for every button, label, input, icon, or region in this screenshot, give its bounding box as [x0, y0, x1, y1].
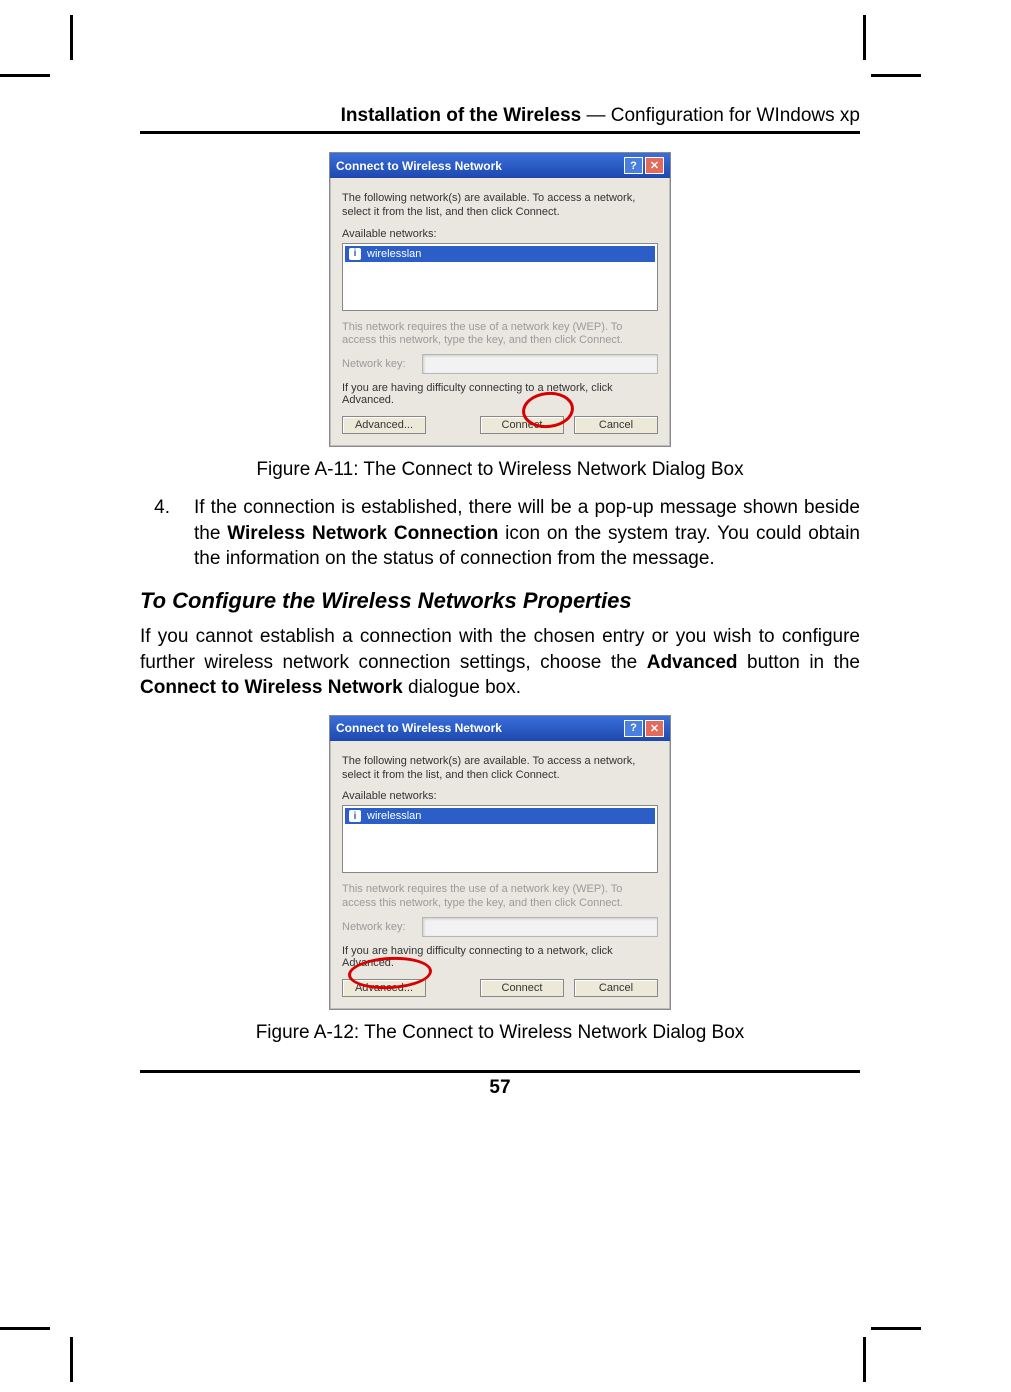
figure-caption-a11: Figure A-11: The Connect to Wireless Net… [140, 459, 860, 481]
network-icon: i [349, 810, 361, 822]
difficulty-text: If you are having difficulty connecting … [342, 382, 658, 406]
cancel-button[interactable]: Cancel [574, 979, 658, 997]
step-4: 4. If the connection is established, the… [140, 495, 860, 572]
figure-a11: Connect to Wireless Network ? ✕ The foll… [140, 152, 860, 447]
network-icon: i [349, 248, 361, 260]
page-footer: 57 [140, 1070, 860, 1099]
network-item-label: wirelesslan [367, 248, 421, 260]
page-number: 57 [489, 1077, 510, 1098]
dialog-title: Connect to Wireless Network [336, 721, 502, 735]
network-key-label: Network key: [342, 921, 414, 933]
section-heading: To Configure the Wireless Networks Prope… [140, 588, 860, 614]
dialog-intro-text: The following network(s) are available. … [342, 192, 658, 220]
advanced-button[interactable]: Advanced... [342, 416, 426, 434]
figure-a12: Connect to Wireless Network ? ✕ The foll… [140, 715, 860, 1010]
network-list-item[interactable]: i wirelesslan [345, 246, 655, 262]
wep-requirement-text: This network requires the use of a netwo… [342, 883, 658, 911]
available-networks-listbox[interactable]: i wirelesslan [342, 243, 658, 311]
close-button[interactable]: ✕ [645, 720, 664, 737]
page-content: Installation of the Wireless — Configura… [140, 105, 860, 1099]
available-networks-label: Available networks: [342, 228, 658, 240]
figure-caption-a12: Figure A-12: The Connect to Wireless Net… [140, 1022, 860, 1044]
step-bold: Wireless Network Connection [227, 523, 498, 544]
network-key-input[interactable] [422, 354, 658, 374]
header-bold: Installation of the Wireless [341, 105, 582, 126]
connect-button[interactable]: Connect [480, 416, 564, 434]
advanced-button[interactable]: Advanced... [342, 979, 426, 997]
network-item-label: wirelesslan [367, 810, 421, 822]
dialog-connect-wireless-2: Connect to Wireless Network ? ✕ The foll… [329, 715, 671, 1010]
help-button[interactable]: ? [624, 157, 643, 174]
network-list-item[interactable]: i wirelesslan [345, 808, 655, 824]
network-key-label: Network key: [342, 358, 414, 370]
difficulty-text: If you are having difficulty connecting … [342, 945, 658, 969]
body-paragraph: If you cannot establish a connection wit… [140, 624, 860, 701]
dialog-connect-wireless: Connect to Wireless Network ? ✕ The foll… [329, 152, 671, 447]
running-header: Installation of the Wireless — Configura… [140, 105, 860, 134]
connect-button[interactable]: Connect [480, 979, 564, 997]
step-number: 4. [140, 495, 170, 572]
available-networks-listbox[interactable]: i wirelesslan [342, 805, 658, 873]
close-button[interactable]: ✕ [645, 157, 664, 174]
header-rest: — Configuration for WIndows xp [581, 105, 860, 126]
dialog-titlebar: Connect to Wireless Network ? ✕ [330, 716, 670, 741]
help-button[interactable]: ? [624, 720, 643, 737]
available-networks-label: Available networks: [342, 790, 658, 802]
step-text: If the connection is established, there … [194, 495, 860, 572]
dialog-intro-text: The following network(s) are available. … [342, 755, 658, 783]
dialog-titlebar: Connect to Wireless Network ? ✕ [330, 153, 670, 178]
network-key-input[interactable] [422, 917, 658, 937]
cancel-button[interactable]: Cancel [574, 416, 658, 434]
dialog-title: Connect to Wireless Network [336, 159, 502, 173]
wep-requirement-text: This network requires the use of a netwo… [342, 321, 658, 349]
